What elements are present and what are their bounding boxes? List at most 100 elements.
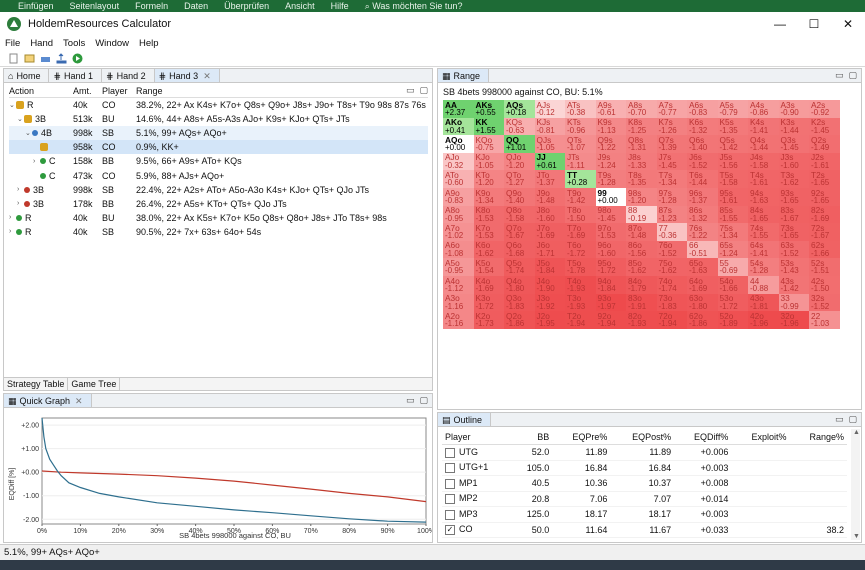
range-cell[interactable]: QJs -1.05 — [534, 135, 565, 153]
scroll-down-icon[interactable]: ▼ — [853, 533, 860, 540]
range-cell[interactable]: A2s -0.92 — [809, 100, 840, 118]
range-cell[interactable]: Q7s -1.39 — [656, 135, 687, 153]
player-checkbox[interactable]: ✓ — [445, 525, 455, 536]
range-cell[interactable]: 84o -1.79 — [626, 275, 657, 294]
maximize-button[interactable]: ☐ — [797, 12, 831, 36]
maximize-view-icon[interactable]: ▢ — [419, 395, 428, 406]
ribbon-search[interactable]: ⌕ Was möchten Sie tun? — [365, 1, 463, 12]
col-range[interactable]: Range% — [789, 429, 847, 445]
range-cell[interactable]: Q6s -1.40 — [687, 135, 718, 153]
range-cell[interactable]: 54s -1.28 — [748, 258, 779, 276]
range-cell[interactable]: 83s -1.67 — [778, 205, 809, 224]
range-cell[interactable]: K8o -1.53 — [473, 205, 504, 224]
tab-strategy-table[interactable]: Strategy Table — [4, 378, 69, 390]
range-cell[interactable]: T9o -1.42 — [565, 187, 596, 206]
player-checkbox[interactable] — [445, 447, 455, 458]
chevron-right-icon[interactable]: › — [9, 214, 16, 221]
range-cell[interactable]: ATo -0.60 — [443, 170, 474, 188]
range-cell[interactable]: 22 -1.03 — [809, 311, 840, 329]
range-cell[interactable]: KJs -0.81 — [534, 117, 565, 136]
range-cell[interactable]: 72s -1.67 — [809, 223, 840, 241]
range-cell[interactable]: 92s -1.65 — [809, 187, 840, 206]
range-cell[interactable]: J8s -1.33 — [626, 152, 657, 171]
outline-row[interactable]: UTG+1 105.0 16.84 16.84 +0.003 — [442, 460, 847, 476]
range-cell[interactable]: Q5o -1.74 — [504, 258, 535, 276]
new-hand-icon[interactable] — [24, 53, 35, 64]
tree-row[interactable]: › 3B 178k BB 26.4%, 22+ A5s+ KTo+ QTs+ QJ… — [9, 197, 428, 211]
tab-quick-graph[interactable]: ▦ Quick Graph ✕ — [4, 394, 92, 407]
col-eqpre[interactable]: EQPre% — [552, 429, 611, 445]
col-bb[interactable]: BB — [511, 429, 553, 445]
range-cell[interactable]: 99 +0.00 — [595, 187, 626, 206]
close-tab-icon[interactable]: ✕ — [203, 71, 211, 82]
tree-row[interactable]: › 3B 998k SB 22.4%, 22+ A2s+ ATo+ A5o-A3o… — [9, 183, 428, 197]
range-cell[interactable]: 92o -1.94 — [595, 311, 626, 329]
outline-row[interactable]: UTG 52.0 11.89 11.89 +0.006 — [442, 444, 847, 461]
range-cell[interactable]: A8o -0.95 — [443, 205, 474, 224]
range-cell[interactable]: Q4s -1.44 — [748, 135, 779, 153]
col-range[interactable]: Range — [136, 86, 428, 96]
range-cell[interactable]: 63o -1.80 — [687, 293, 718, 312]
chevron-right-icon[interactable]: › — [33, 158, 40, 165]
range-cell[interactable]: 87s -1.23 — [656, 205, 687, 224]
range-cell[interactable]: 95s -1.61 — [717, 187, 748, 206]
range-cell[interactable]: K2s -1.45 — [809, 117, 840, 136]
range-cell[interactable]: A9o -0.83 — [443, 187, 474, 206]
outline-row[interactable]: MP2 20.8 7.06 7.07 +0.014 — [442, 491, 847, 507]
range-cell[interactable]: Q8s -1.31 — [626, 135, 657, 153]
range-cell[interactable]: J3o -1.92 — [534, 293, 565, 312]
chevron-down-icon[interactable]: ⌄ — [9, 101, 16, 109]
range-cell[interactable]: 53o -1.72 — [717, 293, 748, 312]
col-eqdiff[interactable]: EQDiff% — [674, 429, 732, 445]
range-cell[interactable]: 53s -1.43 — [778, 258, 809, 276]
range-cell[interactable]: A3s -0.90 — [778, 100, 809, 118]
range-cell[interactable]: 75s -1.34 — [717, 223, 748, 241]
range-cell[interactable]: JTs -1.11 — [565, 152, 596, 171]
range-cell[interactable]: AA +2.37 — [443, 100, 474, 118]
range-cell[interactable]: Q3s -1.45 — [778, 135, 809, 153]
range-cell[interactable]: K8s -1.25 — [626, 117, 657, 136]
range-cell[interactable]: J2s -1.61 — [809, 152, 840, 171]
range-cell[interactable]: 43o -1.81 — [748, 293, 779, 312]
range-cell[interactable]: T2s -1.65 — [809, 170, 840, 188]
minimize-view-icon[interactable]: ▭ — [406, 85, 415, 96]
range-cell[interactable]: 52s -1.51 — [809, 258, 840, 276]
menu-tools[interactable]: Tools — [63, 38, 85, 49]
range-cell[interactable]: J7o -1.69 — [534, 223, 565, 241]
close-tab-icon[interactable]: ✕ — [75, 396, 83, 407]
ribbon-item[interactable]: Formeln — [135, 1, 168, 11]
range-cell[interactable]: A6o -1.08 — [443, 240, 474, 259]
range-cell[interactable]: KQs -0.63 — [504, 117, 535, 136]
range-cell[interactable]: T5s -1.58 — [717, 170, 748, 188]
range-cell[interactable]: 64o -1.69 — [687, 275, 718, 294]
range-cell[interactable]: 75o -1.62 — [656, 258, 687, 276]
range-cell[interactable]: K4o -1.69 — [473, 275, 504, 294]
range-cell[interactable]: Q6o -1.68 — [504, 240, 535, 259]
range-cell[interactable]: QQ +1.01 — [504, 135, 535, 153]
range-cell[interactable]: 93s -1.65 — [778, 187, 809, 206]
range-cell[interactable]: K7o -1.53 — [473, 223, 504, 241]
range-cell[interactable]: T4o -1.93 — [565, 275, 596, 294]
range-cell[interactable]: J4o -1.90 — [534, 275, 565, 294]
menu-help[interactable]: Help — [139, 38, 159, 49]
player-checkbox[interactable] — [445, 463, 455, 474]
range-cell[interactable]: T7s -1.34 — [656, 170, 687, 188]
menu-file[interactable]: File — [5, 38, 20, 49]
outline-row[interactable]: MP3 125.0 18.17 18.17 +0.003 — [442, 506, 847, 523]
range-cell[interactable]: Q2o -1.86 — [504, 311, 535, 329]
tree-row[interactable]: › R 40k SB 90.5%, 22+ 7x+ 63s+ 64o+ 54s — [9, 225, 428, 239]
range-cell[interactable]: 63s -1.52 — [778, 240, 809, 259]
ribbon-item[interactable]: Daten — [184, 1, 208, 11]
col-player[interactable]: Player — [102, 86, 136, 96]
minimize-button[interactable]: — — [763, 12, 797, 36]
range-cell[interactable]: 62o -1.86 — [687, 311, 718, 329]
range-cell[interactable]: 94o -1.84 — [595, 275, 626, 294]
tab-home[interactable]: ⌂ Home — [4, 69, 50, 82]
range-cell[interactable]: Q2s -1.49 — [809, 135, 840, 153]
range-cell[interactable]: A2o -1.16 — [443, 311, 474, 329]
range-cell[interactable]: Q9s -1.22 — [595, 135, 626, 153]
range-cell[interactable]: 65s -1.24 — [717, 240, 748, 259]
range-cell[interactable]: KTs -0.96 — [565, 117, 596, 136]
range-cell[interactable]: 64s -1.41 — [748, 240, 779, 259]
range-cell[interactable]: KK +1.55 — [473, 117, 504, 136]
